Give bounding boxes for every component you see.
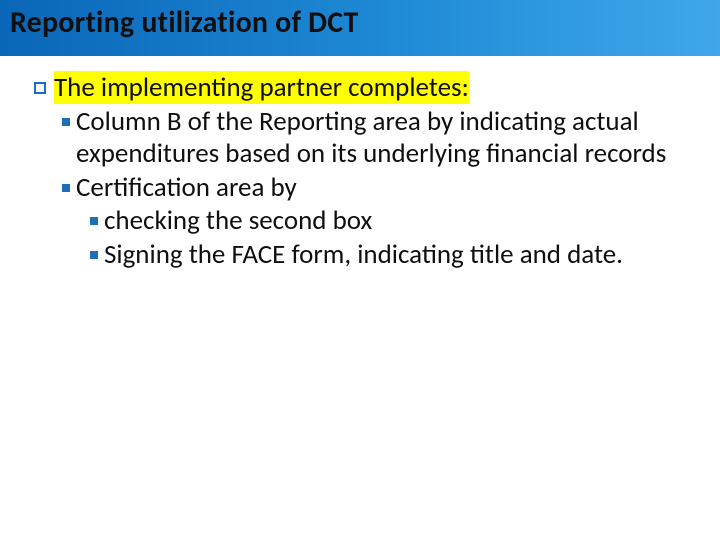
solid-square-icon: [62, 184, 70, 192]
bullet-level3: Signing the FACE form, indicating title …: [90, 239, 692, 271]
solid-square-icon: [90, 251, 98, 259]
level2-text: Column B of the Reporting area by indica…: [76, 106, 692, 170]
level1-text: The implementing partner completes:: [54, 72, 692, 104]
solid-square-icon: [62, 118, 70, 126]
bullet-level2: Certification area by: [62, 172, 692, 204]
highlighted-text: The implementing partner completes:: [54, 71, 469, 104]
bullet-level3: checking the second box: [90, 205, 692, 237]
hollow-square-icon: [34, 82, 46, 94]
slide-title: Reporting utilization of DCT: [10, 4, 359, 41]
solid-square-icon: [90, 217, 98, 225]
level3-text: Signing the FACE form, indicating title …: [104, 239, 692, 271]
level3-text: checking the second box: [104, 205, 692, 237]
slide-body: The implementing partner completes: Colu…: [0, 56, 720, 271]
bullet-level2: Column B of the Reporting area by indica…: [62, 106, 692, 170]
slide: Reporting utilization of DCT The impleme…: [0, 0, 720, 540]
level2-text: Certification area by: [76, 172, 692, 204]
bullet-level1: The implementing partner completes:: [34, 72, 692, 104]
